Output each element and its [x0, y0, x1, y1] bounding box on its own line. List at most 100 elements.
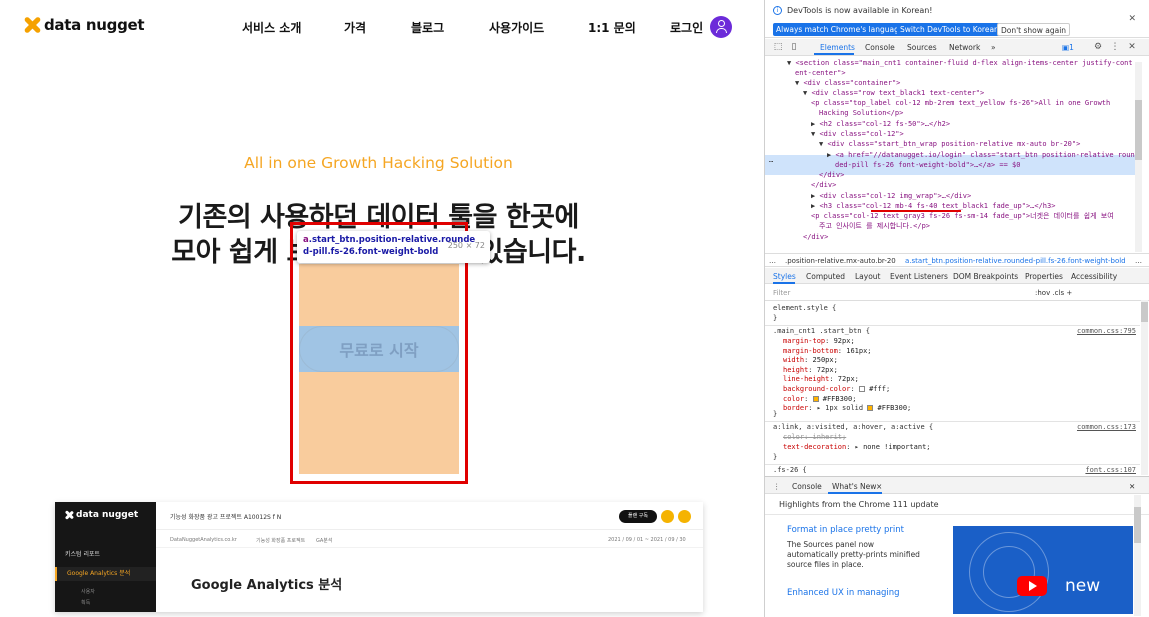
css-property[interactable]: text-decoration: ▸ none !important;	[783, 443, 931, 453]
crumb-active[interactable]: a.start_btn.position-relative.rounded-pi…	[905, 257, 1126, 265]
color-swatch[interactable]	[858, 386, 865, 392]
whats-new-card: Format in place pretty print The Sources…	[779, 522, 1134, 614]
dom-node-line[interactable]: ▶ <h2 class="col-12 fs-50">…</h2>	[811, 119, 950, 129]
color-swatch[interactable]	[812, 395, 819, 402]
dom-node-line[interactable]: ▶ <div class="col-12 img_wrap">…</div>	[811, 191, 971, 201]
dom-node-line[interactable]: ent-center">	[795, 68, 846, 78]
nav-service[interactable]: 서비스 소개	[242, 19, 301, 36]
crumb[interactable]: …	[1135, 257, 1142, 265]
rule-selector: a:link, a:visited, a:hover, a:active {	[773, 423, 934, 431]
whats-new-heading: Highlights from the Chrome 111 update	[779, 500, 939, 509]
nav-pricing[interactable]: 가격	[344, 19, 366, 36]
css-property[interactable]: height: 72px;	[783, 366, 838, 376]
switch-korean-button[interactable]: Switch DevTools to Korean	[897, 23, 1002, 36]
devtools-tabbar: ⬚ ▯ Elements Console Sources Network » ▣…	[765, 39, 1149, 56]
filter-options[interactable]: :hov .cls +	[1035, 289, 1072, 297]
subtab-properties[interactable]: Properties	[1025, 272, 1063, 281]
elements-tree: ▼ <section class="main_cnt1 container-fl…	[765, 57, 1138, 252]
css-property-overridden[interactable]: color: inherit;	[783, 433, 846, 443]
dom-node-line[interactable]: 주고 인사이트 를 제시합니다.</p>	[819, 221, 930, 231]
color-swatch[interactable]	[867, 405, 874, 412]
preview-title: Google Analytics 분석	[191, 578, 343, 593]
drawer-tab-console[interactable]: Console	[792, 482, 822, 491]
dom-node-line[interactable]: ▼ <div class="start_btn_wrap position-re…	[819, 139, 1080, 149]
subtab-styles[interactable]: Styles	[773, 272, 796, 281]
dom-node-line[interactable]: </div>	[819, 170, 844, 180]
user-avatar-icon[interactable]	[710, 16, 732, 38]
whats-new-link[interactable]: Enhanced UX in managing	[787, 588, 900, 598]
dom-node-line[interactable]: ▶ <a href="//datanugget.io/login" class=…	[827, 150, 1135, 160]
subtab-event-listeners[interactable]: Event Listeners	[890, 272, 948, 281]
devtools-panel: i DevTools is now available in Korean! ✕…	[764, 0, 1149, 617]
site-logo[interactable]: data nugget	[24, 16, 145, 34]
dont-show-button[interactable]: Don't show again	[997, 23, 1071, 36]
preview-project: 기능성 화장품 광고 프로젝트 A10012S f N	[170, 514, 282, 521]
issues-badge[interactable]: ▣1	[1062, 43, 1074, 52]
css-property[interactable]: margin-top: 92px;	[783, 337, 855, 347]
device-toolbar-icon[interactable]: ▯	[789, 42, 799, 52]
dom-node-line[interactable]: <p class="col-12 text_gray3 fs-26 fs-sm-…	[811, 211, 1114, 221]
preview-side-sub: 획득	[81, 600, 91, 606]
drawer-scrollbar-thumb[interactable]	[1134, 507, 1141, 543]
whats-new-video-thumbnail[interactable]: new	[953, 526, 1133, 614]
styles-scrollbar-track[interactable]	[1141, 300, 1148, 475]
rule-source-link[interactable]: common.css:173	[1077, 423, 1136, 433]
dom-node-line[interactable]: ▼ <div class="row text_black1 text-cente…	[803, 88, 984, 98]
drawer-tab-whats-new[interactable]: What's New	[832, 482, 876, 491]
styles-filter[interactable]: Filter :hov .cls +	[765, 285, 1149, 301]
subtab-dom-breakpoints[interactable]: DOM Breakpoints	[953, 272, 1018, 281]
youtube-play-icon[interactable]	[1017, 576, 1047, 596]
css-property[interactable]: color: #FFB300;	[783, 395, 856, 405]
nav-inquiry[interactable]: 1:1 문의	[588, 19, 636, 36]
dom-node-line[interactable]: ▼ <div class="col-12">	[811, 129, 904, 139]
inspect-icon[interactable]: ⬚	[773, 42, 783, 52]
rule-selector: .fs-26 {	[773, 466, 807, 474]
match-language-button[interactable]: Always match Chrome's language	[773, 23, 907, 36]
css-property[interactable]: margin-bottom: 161px;	[783, 347, 872, 357]
dom-node-line[interactable]: Hacking Solution</p>	[819, 108, 903, 118]
dom-node-line[interactable]: </div>	[803, 232, 828, 242]
whats-new-desc: The Sources panel now automatically pret…	[787, 540, 920, 569]
tab-sources[interactable]: Sources	[907, 43, 937, 52]
dom-node-line[interactable]: <p class="top_label col-12 mb-2rem text_…	[811, 98, 1110, 108]
tab-console[interactable]: Console	[865, 43, 895, 52]
preview-logo-icon	[65, 511, 73, 519]
nav-blog[interactable]: 블로그	[411, 19, 444, 36]
devtools-infobar: i DevTools is now available in Korean! ✕…	[765, 0, 1149, 38]
elements-scrollbar-thumb[interactable]	[1135, 100, 1142, 160]
close-icon[interactable]: ✕	[1128, 14, 1136, 24]
whats-new-link[interactable]: Format in place pretty print	[787, 525, 904, 535]
more-options-icon[interactable]: ⋮	[1110, 42, 1120, 52]
preview-side-item-active: Google Analytics 분석	[55, 567, 156, 581]
login-link[interactable]: 로그인	[670, 19, 703, 36]
subtab-computed[interactable]: Computed	[806, 272, 845, 281]
preview-sidebar: data nugget 키스텀 리포트 Google Analytics 분석 …	[55, 502, 156, 612]
settings-gear-icon[interactable]: ⚙	[1093, 42, 1103, 52]
tab-network[interactable]: Network	[949, 43, 980, 52]
dom-node-line[interactable]: </div>	[811, 180, 836, 190]
subtab-accessibility[interactable]: Accessibility	[1071, 272, 1117, 281]
dom-node-line[interactable]: ▼ <div class="container">	[795, 78, 900, 88]
drawer-close-icon[interactable]: ✕	[1129, 482, 1135, 491]
filter-input[interactable]: Filter	[773, 289, 790, 297]
nav-guide[interactable]: 사용가이드	[489, 19, 544, 36]
dom-node-line[interactable]: ded-pill fs-26 font-weight-bold">…</a> =…	[835, 160, 1020, 170]
subtab-layout[interactable]: Layout	[855, 272, 881, 281]
more-tabs-button[interactable]: »	[991, 43, 996, 52]
crumb[interactable]: …	[769, 257, 776, 265]
rule-source-link[interactable]: font.css:107	[1085, 466, 1136, 475]
css-property[interactable]: border: ▸ 1px solid #FFB300;	[783, 404, 911, 414]
styles-scrollbar-thumb[interactable]	[1141, 302, 1148, 322]
rule-source-link[interactable]: common.css:795	[1077, 327, 1136, 337]
dashboard-preview: data nugget 키스텀 리포트 Google Analytics 분석 …	[55, 502, 703, 612]
css-property[interactable]: background-color: #fff;	[783, 385, 890, 395]
crumb[interactable]: .position-relative.mx-auto.br-20	[785, 257, 896, 265]
close-devtools-icon[interactable]: ✕	[1127, 42, 1137, 52]
drawer-tab-close-icon[interactable]: ×	[876, 482, 882, 491]
css-property[interactable]: width: 250px;	[783, 356, 838, 366]
tab-elements[interactable]: Elements	[820, 43, 855, 52]
css-property[interactable]: line-height: 72px;	[783, 375, 859, 385]
drawer-menu-icon[interactable]: ⋮	[773, 482, 781, 491]
dom-node-line[interactable]: ▼ <section class="main_cnt1 container-fl…	[787, 58, 1133, 68]
node-more-icon[interactable]: …	[769, 155, 773, 165]
